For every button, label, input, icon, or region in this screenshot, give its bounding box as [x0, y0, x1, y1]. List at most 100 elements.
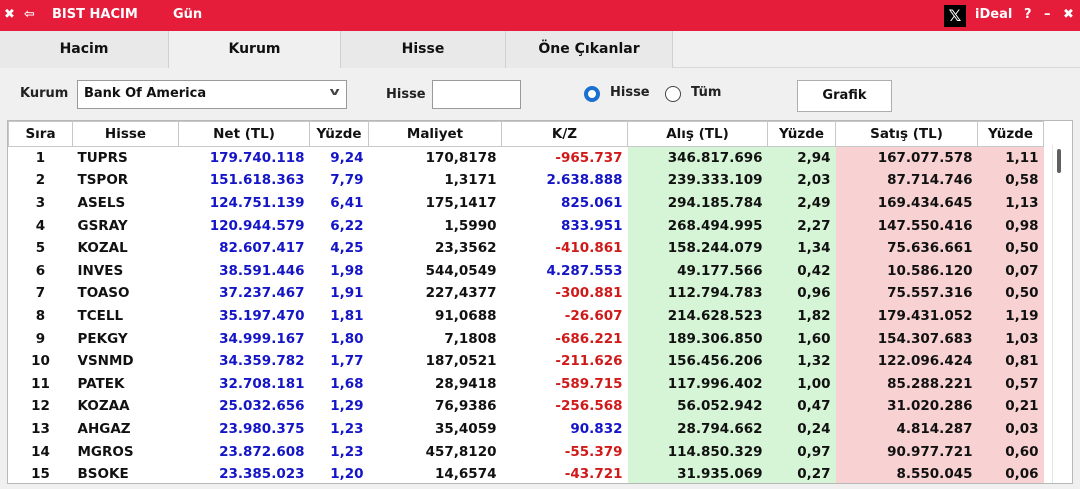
table-cell: 12 [31, 398, 50, 415]
table-cell: 0,21 [977, 395, 1044, 418]
tab-kurum[interactable]: Kurum [169, 31, 341, 68]
table-cell: 75.636.661 [835, 236, 978, 260]
table-cell: 1,23 [330, 443, 364, 460]
table-cell: 0,06 [977, 462, 1044, 483]
table-cell: 0,60 [977, 440, 1044, 463]
table-cell: 7,79 [330, 172, 364, 189]
col-header[interactable]: Maliyet [368, 121, 502, 147]
table-cell: 2,94 [767, 146, 836, 170]
table-row[interactable]: 12 KOZAA 25.032.656 1,29 76,9386 -256.568 56.0… [9, 395, 1044, 418]
table-cell: 147.550.416 [835, 214, 978, 237]
table-cell: 1,68 [330, 375, 364, 392]
table-cell: 0,81 [977, 349, 1044, 373]
table-row[interactable]: 10 VSNMD 34.359.782 1,77 187,0521 -211.626 156… [9, 349, 1044, 373]
table-cell: 0,24 [767, 417, 836, 441]
radio-tum-label[interactable]: Tüm [691, 85, 721, 100]
table-cell: 10 [31, 353, 50, 370]
col-header[interactable]: Yüzde [977, 121, 1044, 147]
scrollbar-thumb[interactable] [1057, 149, 1061, 173]
tab-one-cikanlar[interactable]: Öne Çıkanlar [506, 31, 673, 68]
table-cell: 158.244.079 [627, 236, 768, 260]
table-row[interactable]: 5 KOZAL 82.607.417 4,25 23,3562 -410.861 158.2… [9, 236, 1044, 260]
table-row[interactable]: 8 TCELL 35.197.470 1,81 91,0688 -26.607 214.62… [9, 304, 1044, 328]
col-header[interactable]: Sıra [8, 121, 73, 147]
table-row[interactable]: 14 MGROS 23.872.608 1,23 457,8120 -55.379 114.… [9, 440, 1044, 463]
col-header[interactable]: Net (TL) [178, 121, 310, 147]
table-row[interactable]: 15 BSOKE 23.385.023 1,20 14,6574 -43.721 31.93… [9, 462, 1044, 483]
table-cell: 112.794.783 [627, 282, 768, 305]
col-header[interactable]: K/Z [501, 121, 628, 147]
table-cell: 268.494.995 [627, 214, 768, 237]
table-cell: 0,57 [977, 372, 1044, 396]
data-grid[interactable]: Sıra Hisse Net (TL) Yüzde Maliyet K/Z Al… [7, 120, 1073, 484]
table-cell: 32.708.181 [219, 375, 305, 392]
table-row[interactable]: 3 ASELS 124.751.139 6,41 175,1417 825.061 294.… [9, 191, 1044, 215]
tab-hisse[interactable]: Hisse [341, 31, 506, 68]
table-cell: 28,9418 [435, 375, 497, 392]
table-cell: 117.996.402 [627, 372, 768, 396]
col-header[interactable]: Yüzde [309, 121, 369, 147]
table-cell: 34.999.167 [219, 330, 305, 347]
x-logo-icon[interactable]: 𝕏 [944, 5, 966, 27]
close-window-icon[interactable]: ✖ [4, 7, 15, 22]
table-cell: 87.714.746 [835, 169, 978, 192]
vertical-scrollbar[interactable] [1052, 145, 1064, 483]
table-cell: TUPRS [77, 150, 128, 167]
table-row[interactable]: 11 PATEK 32.708.181 1,68 28,9418 -589.715 117.… [9, 372, 1044, 396]
table-cell: 1,91 [330, 285, 364, 302]
table-row[interactable]: 7 TOASO 37.237.467 1,91 227,4377 -300.881 112.… [9, 282, 1044, 305]
table-row[interactable]: 2 TSPOR 151.618.363 7,79 1,3171 2.638.888 239.… [9, 169, 1044, 192]
table-row[interactable]: 6 INVES 38.591.446 1,98 544,0549 4.287.553 49.… [9, 259, 1044, 283]
table-cell: 0,27 [767, 462, 836, 483]
table-cell: -410.861 [555, 240, 623, 257]
table-cell: 239.333.109 [627, 169, 768, 192]
table-cell: 0,98 [977, 214, 1044, 237]
col-header[interactable]: Yüzde [767, 121, 836, 147]
table-row[interactable]: 1 TUPRS 179.740.118 9,24 170,8178 -965.737 346… [9, 146, 1044, 170]
table-cell: KOZAA [77, 398, 130, 415]
table-cell: -965.737 [555, 150, 623, 167]
institution-table: Sıra Hisse Net (TL) Yüzde Maliyet K/Z Al… [8, 121, 1044, 483]
table-cell: TSPOR [77, 172, 129, 189]
close-button[interactable]: ✖ [1063, 7, 1074, 22]
col-header[interactable]: Hisse [72, 121, 179, 147]
table-cell: 120.944.579 [209, 217, 305, 234]
table-cell: 10.586.120 [835, 259, 978, 283]
brand-label: iDeal [975, 7, 1013, 22]
table-cell: 23.385.023 [219, 466, 305, 483]
table-cell: GSRAY [77, 217, 128, 234]
table-cell: 122.096.424 [835, 349, 978, 373]
tab-hacim[interactable]: Hacim [0, 31, 169, 68]
table-cell: -55.379 [564, 443, 623, 460]
table-cell: 6,22 [330, 217, 364, 234]
radio-hisse-label[interactable]: Hisse [610, 85, 650, 100]
hisse-input[interactable] [432, 80, 521, 109]
table-cell: -43.721 [564, 466, 623, 483]
table-cell: MGROS [77, 443, 134, 460]
table-cell: 28.794.662 [627, 417, 768, 441]
col-header[interactable]: Alış (TL) [627, 121, 768, 147]
table-cell: 346.817.696 [627, 146, 768, 170]
minimize-button[interactable]: – [1044, 7, 1051, 22]
back-arrow-icon[interactable]: ⇦ [24, 7, 35, 22]
table-row[interactable]: 9 PEKGY 34.999.167 1,80 7,1808 -686.221 189.30… [9, 327, 1044, 350]
table-cell: 90.977.721 [835, 440, 978, 463]
period-selector[interactable]: Gün [173, 7, 202, 22]
grafik-button[interactable]: Grafik [797, 80, 892, 112]
table-cell: -686.221 [555, 330, 623, 347]
help-button[interactable]: ? [1024, 7, 1032, 22]
radio-hisse[interactable] [584, 86, 600, 102]
table-row[interactable]: 13 AHGAZ 23.980.375 1,23 35,4059 90.832 28.794… [9, 417, 1044, 441]
radio-tum[interactable] [665, 86, 681, 102]
col-header[interactable]: Satış (TL) [835, 121, 978, 147]
table-cell: 0,47 [767, 395, 836, 418]
chevron-down-icon: v [329, 85, 340, 98]
table-cell: PEKGY [77, 330, 128, 347]
kurum-select[interactable]: Bank Of America v [77, 80, 347, 109]
table-cell: 6 [35, 262, 46, 279]
table-row[interactable]: 4 GSRAY 120.944.579 6,22 1,5990 833.951 268.49… [9, 214, 1044, 237]
table-cell: 2,27 [767, 214, 836, 237]
table-cell: 90.832 [570, 420, 623, 437]
table-cell: 0,96 [767, 282, 836, 305]
table-cell: 0,97 [767, 440, 836, 463]
